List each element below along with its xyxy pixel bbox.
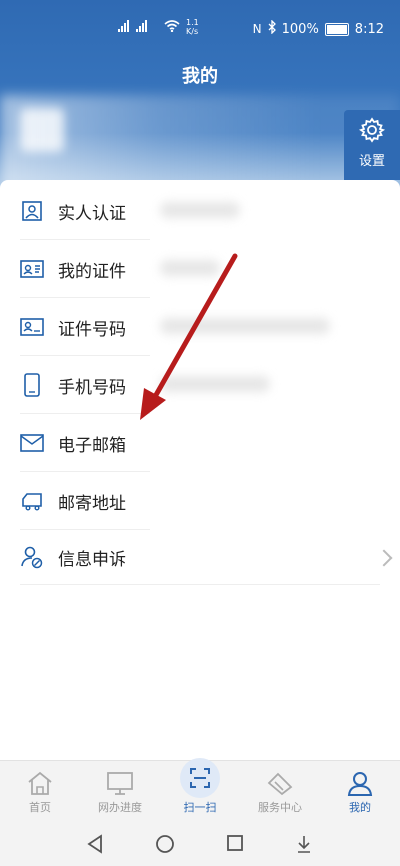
tab-label: 我的	[349, 801, 371, 814]
monitor-icon	[80, 767, 160, 799]
home-icon	[0, 767, 80, 799]
recents-icon[interactable]	[226, 834, 244, 852]
tab-label: 扫一扫	[183, 801, 217, 814]
tab-progress[interactable]: 网办进度	[80, 767, 160, 815]
service-icon	[240, 767, 320, 799]
bottom-tab-bar: 首页 网办进度 扫一扫 服务中心 我的	[0, 758, 400, 823]
tab-home[interactable]: 首页	[0, 767, 80, 815]
tab-label: 首页	[29, 801, 51, 814]
tab-scan[interactable]: 扫一扫	[160, 758, 240, 815]
tab-mine[interactable]: 我的	[320, 767, 400, 815]
user-icon	[320, 767, 400, 799]
tab-service-center[interactable]: 服务中心	[240, 767, 320, 815]
tab-label: 网办进度	[98, 801, 142, 814]
annotation-arrow	[140, 253, 238, 420]
scan-icon	[180, 758, 220, 798]
tab-label: 服务中心	[258, 801, 302, 814]
home-circle-icon[interactable]	[155, 834, 175, 854]
back-icon[interactable]	[86, 834, 104, 854]
download-icon[interactable]	[296, 834, 312, 854]
system-nav-bar	[0, 822, 400, 866]
